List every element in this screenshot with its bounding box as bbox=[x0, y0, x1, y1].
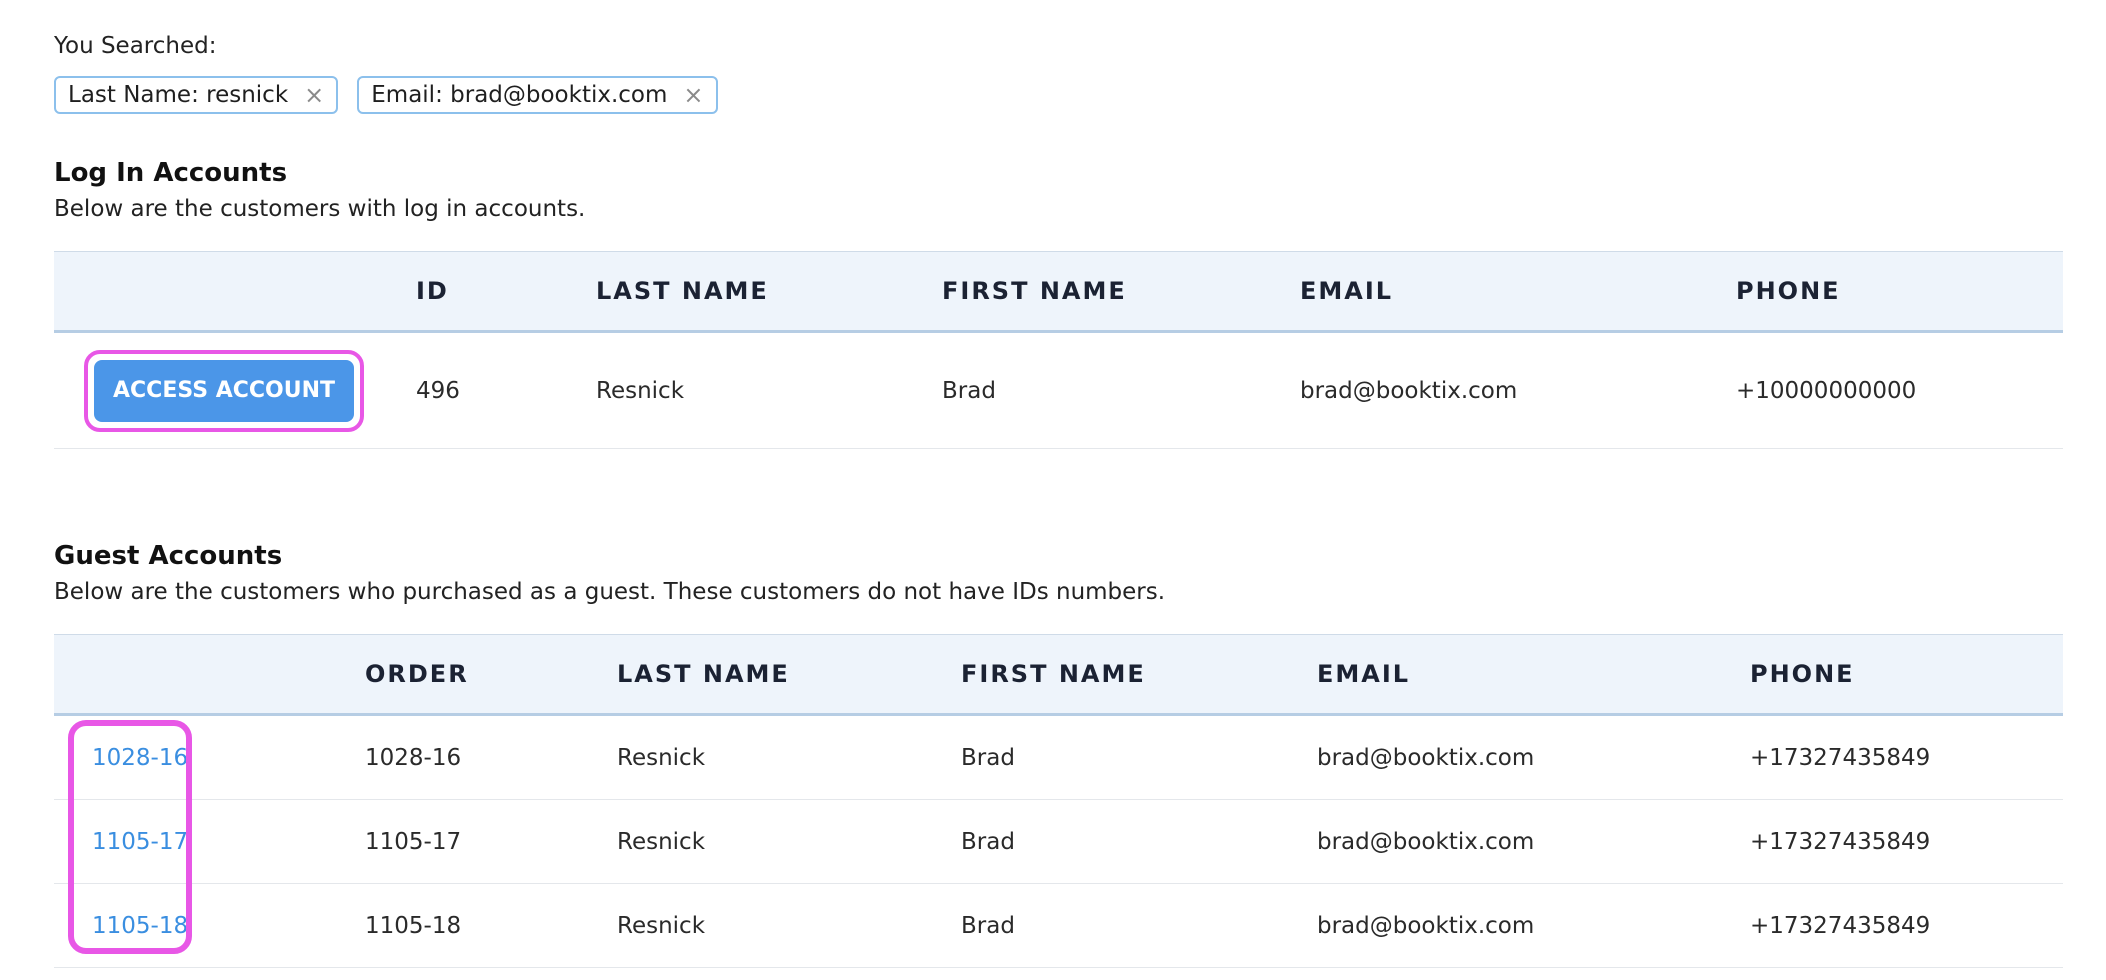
column-header-last-name: LAST NAME bbox=[617, 634, 961, 716]
login-accounts-table: ID LAST NAME FIRST NAME EMAIL PHONE ACCE… bbox=[54, 251, 2063, 449]
table-header-row: ORDER LAST NAME FIRST NAME EMAIL PHONE bbox=[54, 634, 2063, 716]
cell-action: ACCESS ACCOUNT bbox=[54, 331, 416, 449]
search-chip-label: Email: brad@booktix.com bbox=[371, 82, 668, 108]
searched-label: You Searched: bbox=[54, 33, 217, 59]
close-icon[interactable]: × bbox=[304, 81, 324, 109]
column-header-email: EMAIL bbox=[1300, 251, 1736, 333]
search-chips: Last Name: resnick × Email: brad@booktix… bbox=[54, 76, 718, 114]
cell-email: brad@booktix.com bbox=[1317, 799, 1750, 884]
column-header-action bbox=[54, 251, 416, 333]
cell-last-name: Resnick bbox=[596, 331, 942, 449]
order-link[interactable]: 1105-18 bbox=[92, 913, 188, 939]
cell-email: brad@booktix.com bbox=[1317, 714, 1750, 800]
table-row: 1028-16 1028-16 Resnick Brad brad@bookti… bbox=[54, 714, 2063, 800]
order-link[interactable]: 1105-17 bbox=[92, 829, 188, 855]
cell-order-link: 1028-16 bbox=[54, 714, 365, 800]
column-header-id: ID bbox=[416, 251, 596, 333]
table-row: ACCESS ACCOUNT 496 Resnick Brad brad@boo… bbox=[54, 331, 2063, 449]
table-row: 1105-17 1105-17 Resnick Brad brad@bookti… bbox=[54, 799, 2063, 884]
access-account-highlight: ACCESS ACCOUNT bbox=[84, 349, 365, 432]
login-accounts-description: Below are the customers with log in acco… bbox=[54, 196, 586, 222]
column-header-phone: PHONE bbox=[1736, 251, 2063, 333]
cell-email: brad@booktix.com bbox=[1300, 331, 1736, 449]
column-header-last-name: LAST NAME bbox=[596, 251, 942, 333]
cell-phone: +17327435849 bbox=[1750, 799, 2063, 884]
column-header-first-name: FIRST NAME bbox=[961, 634, 1317, 716]
column-header-link bbox=[54, 634, 365, 716]
table-row: 1105-18 1105-18 Resnick Brad brad@bookti… bbox=[54, 883, 2063, 968]
search-chip-label: Last Name: resnick bbox=[68, 82, 289, 108]
column-header-phone: PHONE bbox=[1750, 634, 2063, 716]
cell-first-name: Brad bbox=[942, 331, 1300, 449]
cell-first-name: Brad bbox=[961, 883, 1317, 968]
search-chip-email: Email: brad@booktix.com × bbox=[357, 76, 718, 114]
close-icon[interactable]: × bbox=[683, 81, 703, 109]
column-header-order: ORDER bbox=[365, 634, 617, 716]
cell-id: 496 bbox=[416, 331, 596, 449]
cell-first-name: Brad bbox=[961, 799, 1317, 884]
guest-accounts-table: ORDER LAST NAME FIRST NAME EMAIL PHONE 1… bbox=[54, 634, 2063, 968]
guest-accounts-title: Guest Accounts bbox=[54, 541, 283, 571]
cell-phone: +10000000000 bbox=[1736, 331, 2063, 449]
order-link[interactable]: 1028-16 bbox=[92, 745, 188, 771]
cell-last-name: Resnick bbox=[617, 883, 961, 968]
column-header-email: EMAIL bbox=[1317, 634, 1750, 716]
table-header-row: ID LAST NAME FIRST NAME EMAIL PHONE bbox=[54, 251, 2063, 333]
customer-search-results: You Searched: Last Name: resnick × Email… bbox=[0, 0, 2106, 980]
cell-order: 1105-18 bbox=[365, 883, 617, 968]
search-chip-last-name: Last Name: resnick × bbox=[54, 76, 339, 114]
cell-phone: +17327435849 bbox=[1750, 883, 2063, 968]
login-accounts-title: Log In Accounts bbox=[54, 158, 288, 188]
cell-order: 1105-17 bbox=[365, 799, 617, 884]
cell-phone: +17327435849 bbox=[1750, 714, 2063, 800]
cell-order: 1028-16 bbox=[365, 714, 617, 800]
access-account-button[interactable]: ACCESS ACCOUNT bbox=[94, 359, 355, 422]
cell-order-link: 1105-18 bbox=[54, 883, 365, 968]
cell-email: brad@booktix.com bbox=[1317, 883, 1750, 968]
cell-first-name: Brad bbox=[961, 714, 1317, 800]
cell-order-link: 1105-17 bbox=[54, 799, 365, 884]
cell-last-name: Resnick bbox=[617, 714, 961, 800]
column-header-first-name: FIRST NAME bbox=[942, 251, 1300, 333]
guest-accounts-description: Below are the customers who purchased as… bbox=[54, 579, 1166, 605]
cell-last-name: Resnick bbox=[617, 799, 961, 884]
